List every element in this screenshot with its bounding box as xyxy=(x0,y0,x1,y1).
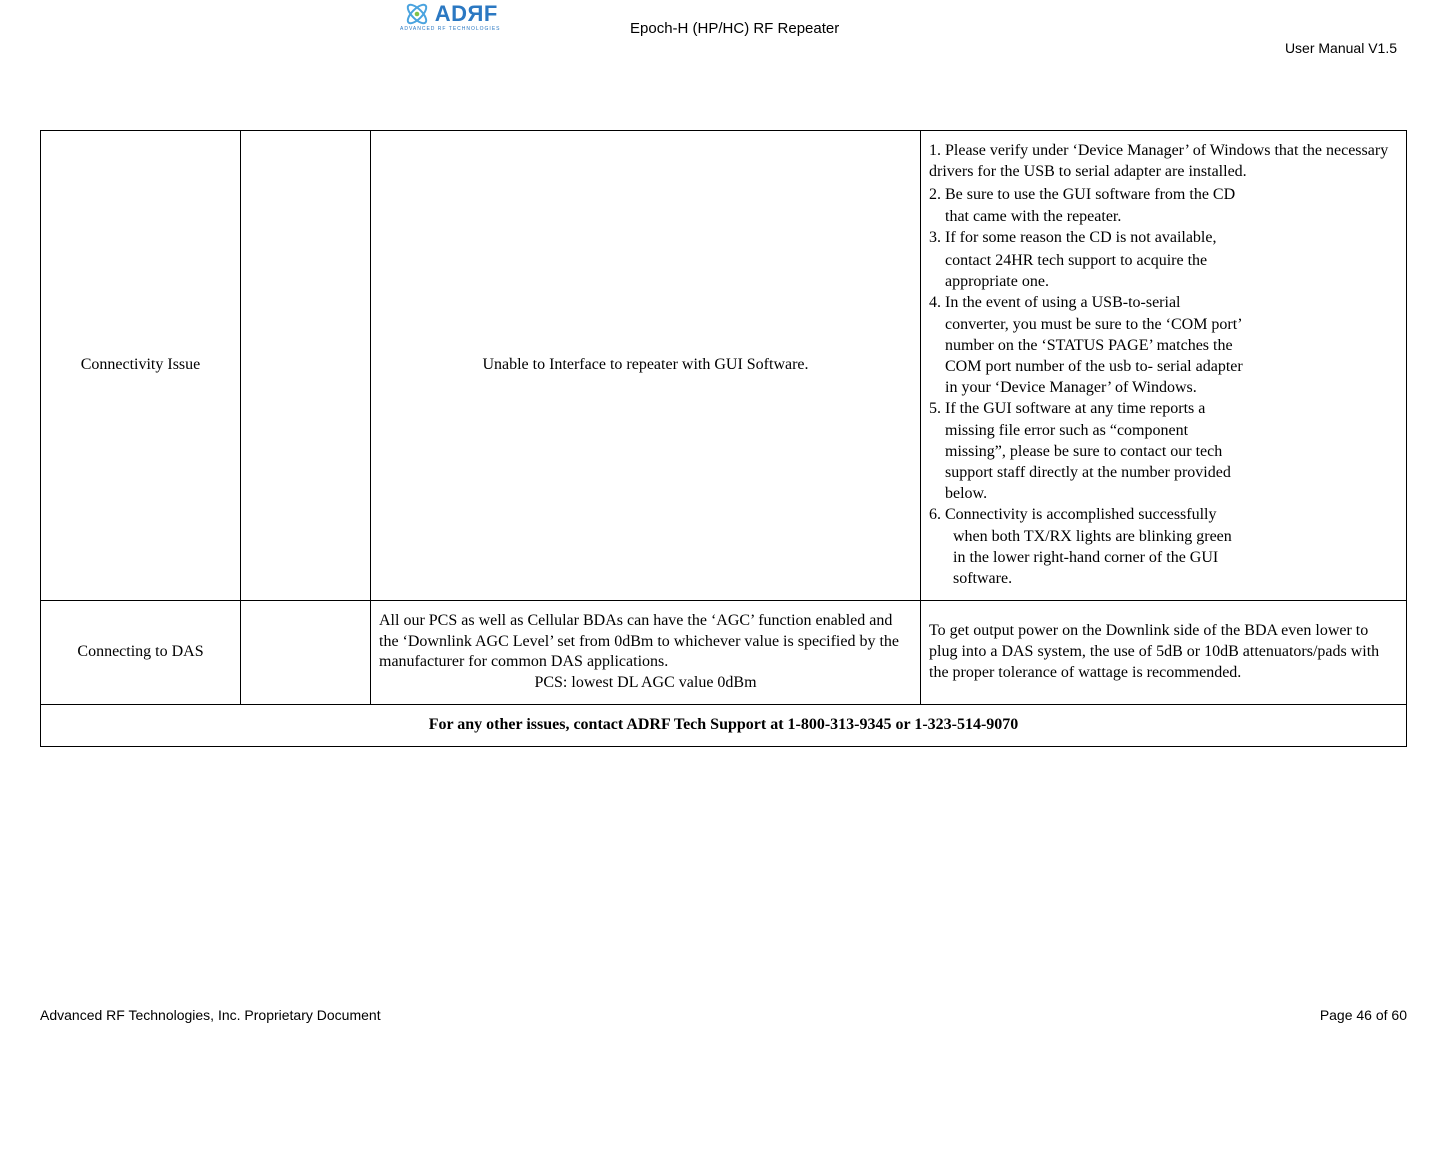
document-version: User Manual V1.5 xyxy=(1285,40,1397,56)
step-text: that came with the repeater. xyxy=(929,207,1398,228)
step-text: 3. If for some reason the CD is not avai… xyxy=(929,228,1398,249)
step-text: contact 24HR tech support to acquire the xyxy=(929,251,1398,272)
cell-topic: Connecting to DAS xyxy=(41,600,241,704)
logo-text: ADRF xyxy=(435,1,498,27)
step-text: 4. In the event of using a USB-to-serial xyxy=(929,293,1398,314)
step-text: when both TX/RX lights are blinking gree… xyxy=(929,527,1398,548)
step-text: converter, you must be sure to the ‘COM … xyxy=(929,315,1398,336)
step-text: missing file error such as “component xyxy=(929,421,1398,442)
footer-page-number: Page 46 of 60 xyxy=(1320,1007,1407,1023)
cell-empty xyxy=(241,600,371,704)
cell-description: Unable to Interface to repeater with GUI… xyxy=(371,131,921,601)
step-text: below. xyxy=(929,484,1398,505)
step-text: in your ‘Device Manager’ of Windows. xyxy=(929,378,1398,399)
step-text: missing”, please be sure to contact our … xyxy=(929,442,1398,463)
cell-topic: Connectivity Issue xyxy=(41,131,241,601)
footer-proprietary: Advanced RF Technologies, Inc. Proprieta… xyxy=(40,1007,381,1023)
logo-subtitle: ADVANCED RF TECHNOLOGIES xyxy=(400,26,501,32)
page-content: Connectivity Issue Unable to Interface t… xyxy=(0,60,1447,747)
step-text: appropriate one. xyxy=(929,272,1398,293)
logo-image: ADRF xyxy=(403,0,498,28)
step-text: 6. Connectivity is accomplished successf… xyxy=(929,505,1398,526)
contact-cell: For any other issues, contact ADRF Tech … xyxy=(41,704,1407,746)
step-text: support staff directly at the number pro… xyxy=(929,463,1398,484)
rf-logo-icon xyxy=(403,0,431,28)
page-header: ADRF ADVANCED RF TECHNOLOGIES Epoch-H (H… xyxy=(0,0,1447,60)
step-text: number on the ‘STATUS PAGE’ matches the xyxy=(929,336,1398,357)
step-text: software. xyxy=(929,569,1398,590)
step-text: COM port number of the usb to- serial ad… xyxy=(929,357,1398,378)
page-footer: Advanced RF Technologies, Inc. Proprieta… xyxy=(0,1007,1447,1063)
document-title: Epoch-H (HP/HC) RF Repeater xyxy=(630,20,839,37)
step-text: 1. Please verify under ‘Device Manager’ … xyxy=(929,141,1398,183)
cell-description: All our PCS as well as Cellular BDAs can… xyxy=(371,600,921,704)
troubleshooting-table: Connectivity Issue Unable to Interface t… xyxy=(40,130,1407,747)
table-row-contact: For any other issues, contact ADRF Tech … xyxy=(41,704,1407,746)
table-row: Connecting to DAS All our PCS as well as… xyxy=(41,600,1407,704)
step-text: 2. Be sure to use the GUI software from … xyxy=(929,185,1398,206)
cell-empty xyxy=(241,131,371,601)
step-text: in the lower right-hand corner of the GU… xyxy=(929,548,1398,569)
step-text: 5. If the GUI software at any time repor… xyxy=(929,399,1398,420)
cell-actions: To get output power on the Downlink side… xyxy=(921,600,1407,704)
desc-sub: PCS: lowest DL AGC value 0dBm xyxy=(379,673,912,694)
company-logo: ADRF ADVANCED RF TECHNOLOGIES xyxy=(400,0,501,32)
table-row: Connectivity Issue Unable to Interface t… xyxy=(41,131,1407,601)
cell-actions: 1. Please verify under ‘Device Manager’ … xyxy=(921,131,1407,601)
desc-main: All our PCS as well as Cellular BDAs can… xyxy=(379,612,899,671)
